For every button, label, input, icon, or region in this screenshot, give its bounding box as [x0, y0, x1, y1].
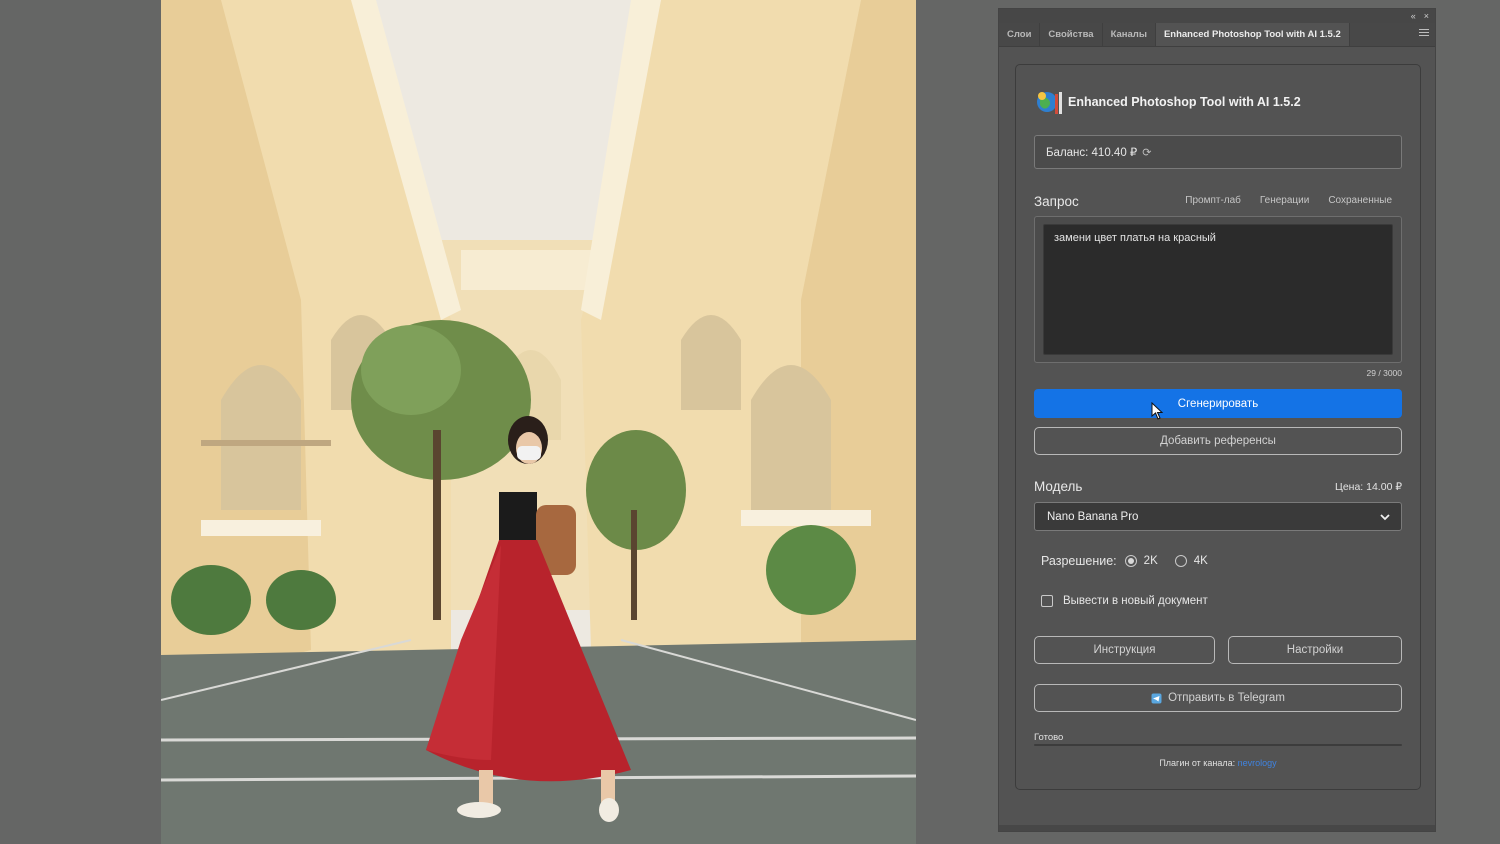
- telegram-icon: [1151, 693, 1162, 703]
- new-document-checkbox[interactable]: [1041, 595, 1053, 607]
- resolution-row: Разрешение: 2K 4K: [1041, 554, 1225, 568]
- balance-field: Баланс: 410.40 ₽ ⟳: [1034, 135, 1402, 169]
- radio-4k[interactable]: [1174, 555, 1187, 567]
- instructions-button[interactable]: Инструкция: [1034, 636, 1215, 664]
- resolution-label: Разрешение:: [1041, 554, 1117, 568]
- tab-properties[interactable]: Свойства: [1040, 23, 1103, 46]
- plugin-content: Enhanced Photoshop Tool with AI 1.5.2 Ба…: [1015, 64, 1421, 790]
- model-label: Модель: [1034, 479, 1083, 494]
- price-text: Цена: 14.00 ₽: [1335, 481, 1402, 493]
- generate-button[interactable]: Сгенерировать: [1034, 389, 1402, 418]
- panel-tabs: Слои Свойства Каналы Enhanced Photoshop …: [999, 23, 1435, 47]
- new-document-row: Вывести в новый документ: [1041, 595, 1208, 607]
- prompt-input[interactable]: замени цвет платья на красный: [1043, 224, 1393, 355]
- refresh-icon[interactable]: ⟳: [1142, 146, 1151, 159]
- tab-layers[interactable]: Слои: [999, 23, 1041, 46]
- char-counter: 29 / 3000: [1366, 368, 1402, 378]
- link-generations[interactable]: Генерации: [1260, 195, 1309, 206]
- chevron-down-icon: [1380, 514, 1390, 521]
- footer-channel-link[interactable]: nevrology: [1238, 758, 1277, 768]
- link-prompt-lab[interactable]: Промпт-лаб: [1185, 195, 1241, 206]
- document-canvas[interactable]: [161, 0, 916, 844]
- new-document-label[interactable]: Вывести в новый документ: [1063, 595, 1208, 607]
- link-saved[interactable]: Сохраненные: [1328, 195, 1392, 206]
- progress-bar: [1034, 744, 1402, 746]
- collapse-icon[interactable]: «: [1411, 11, 1416, 21]
- radio-2k-label[interactable]: 2K: [1144, 555, 1158, 567]
- tab-channels[interactable]: Каналы: [1103, 23, 1156, 46]
- model-select[interactable]: Nano Banana Pro: [1034, 502, 1402, 531]
- plugin-title: Enhanced Photoshop Tool with AI 1.5.2: [1068, 95, 1301, 109]
- send-telegram-label: Отправить в Telegram: [1168, 692, 1285, 704]
- mouse-cursor-icon: [1151, 402, 1164, 420]
- plugin-footer: Плагин от канала: nevrology: [1016, 758, 1420, 768]
- close-icon[interactable]: ×: [1424, 11, 1429, 21]
- settings-button[interactable]: Настройки: [1228, 636, 1402, 664]
- radio-2k[interactable]: [1124, 555, 1137, 567]
- radio-4k-label[interactable]: 4K: [1194, 555, 1208, 567]
- send-telegram-button[interactable]: Отправить в Telegram: [1034, 684, 1402, 712]
- tab-enhanced-tool[interactable]: Enhanced Photoshop Tool with AI 1.5.2: [1155, 23, 1350, 46]
- balance-text: Баланс: 410.40 ₽: [1046, 147, 1138, 159]
- query-links: Промпт-лаб Генерации Сохраненные: [1185, 195, 1392, 206]
- model-selected-value: Nano Banana Pro: [1047, 510, 1139, 523]
- status-text: Готово: [1034, 732, 1064, 743]
- footer-prefix: Плагин от канала:: [1159, 758, 1236, 768]
- query-label: Запрос: [1034, 194, 1079, 209]
- prompt-container: замени цвет платья на красный: [1034, 216, 1402, 363]
- panel-bottom-bar: [999, 825, 1435, 831]
- plugin-panel: « × Слои Свойства Каналы Enhanced Photos…: [998, 8, 1436, 832]
- photo: [161, 0, 916, 844]
- panel-title-bar: « ×: [999, 9, 1435, 23]
- plugin-header: Enhanced Photoshop Tool with AI 1.5.2: [1034, 85, 1301, 119]
- add-references-button[interactable]: Добавить референсы: [1034, 427, 1402, 455]
- panel-menu-icon[interactable]: [1419, 29, 1429, 39]
- plugin-logo-icon: [1034, 86, 1066, 118]
